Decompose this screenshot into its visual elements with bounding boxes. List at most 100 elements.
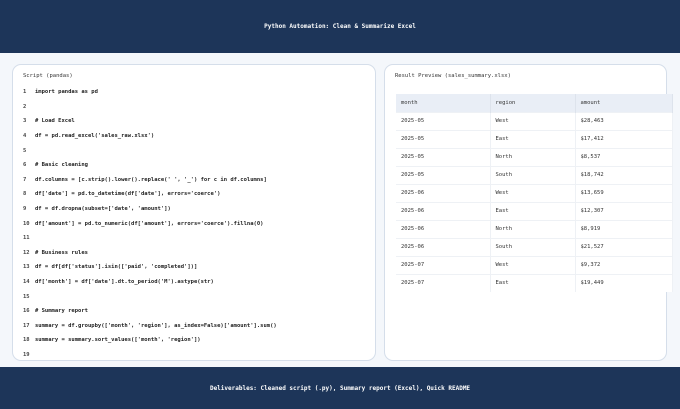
table-cell-month: 2025-06 (396, 237, 491, 256)
table-row: 2025-06 South $21,527 (396, 237, 673, 256)
table-header-row: month region amount (396, 94, 673, 112)
table-cell-region: East (490, 201, 576, 220)
table-row: 2025-07 West $9,372 (396, 255, 673, 274)
code-line: 3 # Load Excel (23, 114, 375, 129)
table-cell-amount: $13,659 (575, 183, 673, 202)
line-number: 6 (23, 162, 27, 169)
code-text: df['month'] = df['date'].dt.to_period('M… (35, 279, 214, 286)
table-cell-amount: $8,537 (575, 147, 673, 166)
table-cell-amount: $18,742 (575, 165, 673, 184)
code-text: df['date'] = pd.to_datetime(df['date'], … (35, 191, 221, 198)
table-row: 2025-05 West $28,463 (396, 111, 673, 130)
table-cell-month: 2025-05 (396, 111, 491, 130)
line-number: 1 (23, 89, 27, 96)
code-text: df = pd.read_excel('sales_raw.xlsx') (35, 133, 155, 140)
table-cell-month: 2025-06 (396, 219, 491, 238)
table-cell-amount: $8,919 (575, 219, 673, 238)
table-cell-amount: $17,412 (575, 129, 673, 148)
table-cell-region: East (490, 129, 576, 148)
code-line: 13 df = df[df['status'].isin(['paid', 'co… (23, 260, 375, 275)
code-text: df = df[df['status'].isin(['paid', 'comp… (35, 264, 198, 271)
code-text: import pandas as pd (35, 89, 98, 96)
code-line: 1 import pandas as pd (23, 85, 375, 100)
table-cell-amount: $9,372 (575, 255, 673, 274)
code-line: 2 (23, 100, 375, 115)
footer-text: Deliverables: Cleaned script (.py), Summ… (209, 384, 471, 392)
code-line: 17 summary = df.groupby(['month', 'region… (23, 319, 375, 334)
code-text: df = df.dropna(subset=['date', 'amount']… (35, 206, 171, 213)
code-line: 18 summary = summary.sort_values(['month'… (23, 333, 375, 348)
code-text: summary = df.groupby(['month', 'region']… (35, 322, 277, 329)
result-table: month region amount 2025-05 West $28,463 2025… (396, 94, 673, 292)
line-number: 3 (23, 118, 27, 125)
line-number: 11 (23, 235, 30, 242)
code-block: 1 import pandas as pd 2 3 # Load Excel 4 df = … (23, 85, 375, 362)
line-number: 9 (23, 206, 27, 213)
code-text: # Load Excel (35, 118, 75, 125)
table-row: 2025-05 East $17,412 (396, 129, 673, 148)
code-line: 7 df.columns = [c.strip().lower().replace… (23, 173, 375, 188)
line-number: 17 (23, 322, 30, 329)
code-text: df.columns = [c.strip().lower().replace(… (35, 176, 267, 183)
table-row: 2025-07 East $19,449 (396, 273, 673, 292)
line-number: 12 (23, 249, 30, 256)
line-number: 2 (23, 103, 27, 110)
table-cell-region: North (490, 219, 576, 238)
line-number: 5 (23, 147, 27, 154)
script-panel-title: Script (pandas) (23, 73, 73, 79)
line-number: 8 (23, 191, 27, 198)
result-panel-title: Result Preview (sales_summary.xlsx) (395, 73, 511, 79)
line-number: 18 (23, 337, 30, 344)
line-number: 4 (23, 133, 27, 140)
table-cell-region: West (490, 111, 576, 130)
table-cell-region: West (490, 255, 576, 274)
line-number: 16 (23, 308, 30, 315)
code-line: 4 df = pd.read_excel('sales_raw.xlsx') (23, 129, 375, 144)
column-header-region: region (490, 94, 576, 112)
code-text: summary = summary.sort_values(['month', … (35, 337, 201, 344)
table-row: 2025-06 North $8,919 (396, 219, 673, 238)
code-line: 16 # Summary report (23, 304, 375, 319)
table-cell-region: East (490, 273, 576, 292)
footer: Deliverables: Cleaned script (.py), Summ… (0, 367, 680, 409)
code-line: 9 df = df.dropna(subset=['date', 'amount'… (23, 202, 375, 217)
table-cell-month: 2025-05 (396, 129, 491, 148)
code-text: df['amount'] = pd.to_numeric(df['amount'… (35, 220, 264, 227)
line-number: 15 (23, 293, 30, 300)
column-header-amount: amount (575, 94, 673, 112)
code-text: # Basic cleaning (35, 162, 88, 169)
table-cell-amount: $12,307 (575, 201, 673, 220)
table-cell-region: South (490, 165, 576, 184)
table-cell-month: 2025-05 (396, 147, 491, 166)
code-line: 10 df['amount'] = pd.to_numeric(df['amoun… (23, 216, 375, 231)
code-text: # Business rules (35, 249, 88, 256)
code-line: 8 df['date'] = pd.to_datetime(df['date'],… (23, 187, 375, 202)
code-line: 12 # Business rules (23, 246, 375, 261)
table-cell-month: 2025-07 (396, 273, 491, 292)
table-row: 2025-05 South $18,742 (396, 165, 673, 184)
table-cell-month: 2025-07 (396, 255, 491, 274)
table-cell-month: 2025-05 (396, 165, 491, 184)
code-line: 15 (23, 289, 375, 304)
code-text: # Summary report (35, 308, 88, 315)
table-cell-region: West (490, 183, 576, 202)
line-number: 7 (23, 176, 27, 183)
code-line: 14 df['month'] = df['date'].dt.to_period(… (23, 275, 375, 290)
table-cell-amount: $28,463 (575, 111, 673, 130)
script-panel: Script (pandas) 1 import pandas as pd 2 3 # … (12, 64, 376, 361)
line-number: 13 (23, 264, 30, 271)
code-line: 19 (23, 348, 375, 363)
table-cell-month: 2025-06 (396, 183, 491, 202)
line-number: 14 (23, 279, 30, 286)
code-line: 6 # Basic cleaning (23, 158, 375, 173)
table-row: 2025-05 North $8,537 (396, 147, 673, 166)
column-header-month: month (396, 94, 491, 112)
line-number: 19 (23, 351, 30, 358)
table-cell-month: 2025-06 (396, 201, 491, 220)
table-cell-region: North (490, 147, 576, 166)
line-number: 10 (23, 220, 30, 227)
header: Python Automation: Clean & Summarize Exc… (0, 0, 680, 53)
table-row: 2025-06 West $13,659 (396, 183, 673, 202)
table-cell-region: South (490, 237, 576, 256)
code-line: 5 (23, 143, 375, 158)
